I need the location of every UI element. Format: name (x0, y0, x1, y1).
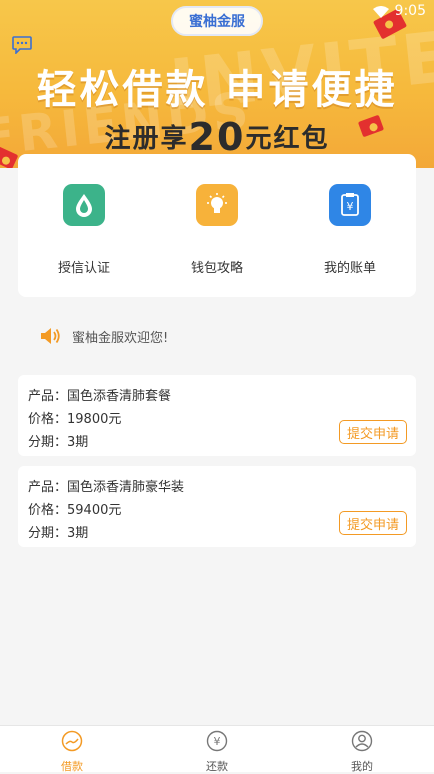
banner-headline: 轻松借款 申请便捷 (36, 67, 398, 113)
product-card: 产品：国色添香清肺套餐 价格：19800元 分期：3期 提交申请 (18, 375, 416, 456)
banner-sub-prefix: 注册享 (104, 124, 189, 154)
loan-icon (61, 730, 83, 752)
quick-links-card: 授信认证 钱包攻略 ¥ 我的账单 (18, 154, 416, 297)
nav-tab-loan[interactable]: 借款 (32, 730, 112, 774)
status-time: 9:05 (394, 3, 426, 19)
product-term: 分期：3期 (28, 435, 89, 450)
quick-link-label: 钱包攻略 (190, 261, 243, 276)
banner-subline: 注册享20元红包 (0, 112, 434, 159)
chat-icon[interactable] (12, 36, 32, 54)
product-price: 价格：59400元 (28, 503, 122, 518)
nav-tab-repay[interactable]: ¥ 还款 (177, 730, 257, 774)
quick-link-guide[interactable]: 钱包攻略 (157, 184, 277, 276)
promo-banner[interactable]: INVITE FRIENDS 9:05 蜜柚金服 轻松借款 申请便捷 注册享20… (0, 0, 434, 168)
lightbulb-icon (196, 184, 238, 226)
banner-sub-suffix: 元红包 (245, 124, 330, 154)
nav-tab-mine[interactable]: 我的 (322, 730, 402, 774)
submit-application-button[interactable]: 提交申请 (339, 511, 407, 535)
quick-link-credit[interactable]: 授信认证 (24, 184, 144, 276)
quick-link-bill[interactable]: ¥ 我的账单 (290, 184, 410, 276)
wifi-icon (373, 6, 389, 18)
user-icon (351, 730, 373, 752)
banner-sub-amount: 20 (188, 115, 246, 159)
bottom-nav: 借款 ¥ 还款 我的 (0, 725, 434, 774)
product-name: 产品：国色添香清肺套餐 (28, 389, 172, 404)
drop-icon (63, 184, 105, 226)
yen-bill-icon: ¥ (329, 184, 371, 226)
quick-link-label: 我的账单 (323, 261, 376, 276)
submit-application-button[interactable]: 提交申请 (339, 420, 407, 444)
product-term: 分期：3期 (28, 526, 89, 541)
product-price: 价格：19800元 (28, 412, 122, 427)
product-name: 产品：国色添香清肺豪华装 (28, 480, 185, 495)
app-title-text: 蜜柚金服 (189, 14, 245, 30)
welcome-notice: 蜜柚金服欢迎您! (40, 325, 168, 347)
svg-text:¥: ¥ (214, 735, 221, 748)
yen-icon: ¥ (206, 730, 228, 752)
product-card: 产品：国色添香清肺豪华装 价格：59400元 分期：3期 提交申请 (18, 466, 416, 547)
app-title: 蜜柚金服 (171, 6, 263, 36)
notice-text: 蜜柚金服欢迎您! (72, 330, 169, 346)
speaker-icon (41, 328, 60, 344)
svg-text:¥: ¥ (347, 200, 354, 213)
quick-link-label: 授信认证 (57, 261, 110, 276)
